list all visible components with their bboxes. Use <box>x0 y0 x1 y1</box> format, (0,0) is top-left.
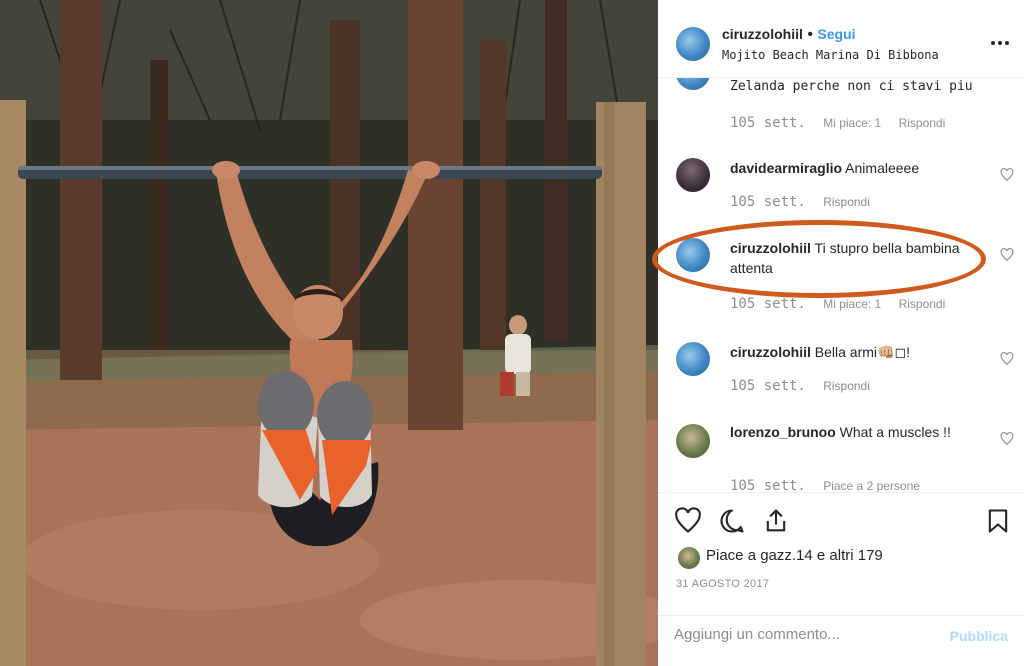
comment-like-heart-icon[interactable] <box>1000 432 1014 446</box>
comment-meta: 105 sett. Rispondi <box>730 194 884 210</box>
share-icon[interactable] <box>762 507 790 535</box>
comment-text: Bella armi👊🏼◻! <box>814 344 910 360</box>
separator-dot: • <box>807 26 813 43</box>
comment-meta: 105 sett. Mi piace: 1 Rispondi <box>730 296 959 312</box>
header-title-row: ciruzzolohiil • Segui <box>722 26 856 44</box>
add-comment-bar: Pubblica <box>658 615 1024 666</box>
follow-button[interactable]: Segui <box>817 26 855 42</box>
liker-avatar[interactable] <box>678 547 700 569</box>
comment-time[interactable]: 105 sett. <box>730 194 806 210</box>
reply-button[interactable]: Rispondi <box>899 297 946 311</box>
post-header: ciruzzolohiil • Segui Mojito Beach Marin… <box>658 0 1024 78</box>
comment-meta: 105 sett. Piace a 2 persone <box>730 478 934 492</box>
photo-illustration <box>0 0 658 666</box>
post-photo[interactable] <box>0 0 658 666</box>
post-actions: Piace a gazz.14 e altri 179 31 AGOSTO 20… <box>658 492 1024 666</box>
more-options-icon[interactable] <box>990 36 1010 46</box>
commenter-username[interactable]: davidearmiraglio <box>730 160 842 176</box>
post-location[interactable]: Mojito Beach Marina Di Bibbona <box>722 48 939 62</box>
commenter-avatar[interactable] <box>676 238 710 272</box>
comments-list[interactable]: Zelanda perche non ci stavi piu 105 sett… <box>658 78 1024 492</box>
comment-time[interactable]: 105 sett. <box>730 296 806 312</box>
commenter-username[interactable]: ciruzzolohiil <box>730 344 811 360</box>
comment-input[interactable] <box>674 626 924 643</box>
comment-time[interactable]: 105 sett. <box>730 478 806 492</box>
post-sidebar: ciruzzolohiil • Segui Mojito Beach Marin… <box>658 0 1024 666</box>
reply-button[interactable]: Rispondi <box>899 116 946 130</box>
comment-like-heart-icon[interactable] <box>1000 352 1014 366</box>
publish-button[interactable]: Pubblica <box>950 628 1008 644</box>
comment-time[interactable]: 105 sett. <box>730 115 806 131</box>
comment-meta: 105 sett. Rispondi <box>730 378 884 394</box>
comment-body: lorenzo_brunoo What a muscles !! <box>730 422 990 442</box>
heart-icon[interactable] <box>674 507 702 535</box>
bookmark-icon[interactable] <box>984 507 1012 535</box>
reply-button[interactable]: Rispondi <box>823 195 870 209</box>
commenter-username[interactable]: ciruzzolohiil <box>730 240 811 256</box>
comment-body: ciruzzolohiil Bella armi👊🏼◻! <box>730 342 990 362</box>
instagram-post-window: ciruzzolohiil • Segui Mojito Beach Marin… <box>0 0 1024 666</box>
comment-likes[interactable]: Piace a 2 persone <box>823 479 920 492</box>
comment-text: Zelanda perche non ci stavi piu <box>730 79 973 94</box>
comment-body: ciruzzolohiil Ti stupro bella bambina at… <box>730 238 990 278</box>
commenter-avatar[interactable] <box>676 342 710 376</box>
commenter-username[interactable]: lorenzo_brunoo <box>730 424 836 440</box>
commenter-avatar[interactable] <box>676 158 710 192</box>
commenter-avatar[interactable] <box>676 78 710 90</box>
comment-text: What a muscles !! <box>839 424 951 440</box>
comment-likes[interactable]: Mi piace: 1 <box>823 116 881 130</box>
comment-body: davidearmiraglio Animaleeee <box>730 158 990 178</box>
comment-text: Animaleeee <box>845 160 920 176</box>
comment-likes[interactable]: Mi piace: 1 <box>823 297 881 311</box>
commenter-avatar[interactable] <box>676 424 710 458</box>
comment-meta: 105 sett. Mi piace: 1 Rispondi <box>730 115 959 131</box>
comment-time[interactable]: 105 sett. <box>730 378 806 394</box>
comment-icon[interactable] <box>718 507 746 535</box>
author-avatar[interactable] <box>676 27 710 61</box>
post-date[interactable]: 31 AGOSTO 2017 <box>676 578 769 590</box>
reply-button[interactable]: Rispondi <box>823 379 870 393</box>
comment-like-heart-icon[interactable] <box>1000 168 1014 182</box>
author-username[interactable]: ciruzzolohiil <box>722 26 803 42</box>
comment-like-heart-icon[interactable] <box>1000 248 1014 262</box>
likes-count[interactable]: Piace a gazz.14 e altri 179 <box>706 547 883 564</box>
